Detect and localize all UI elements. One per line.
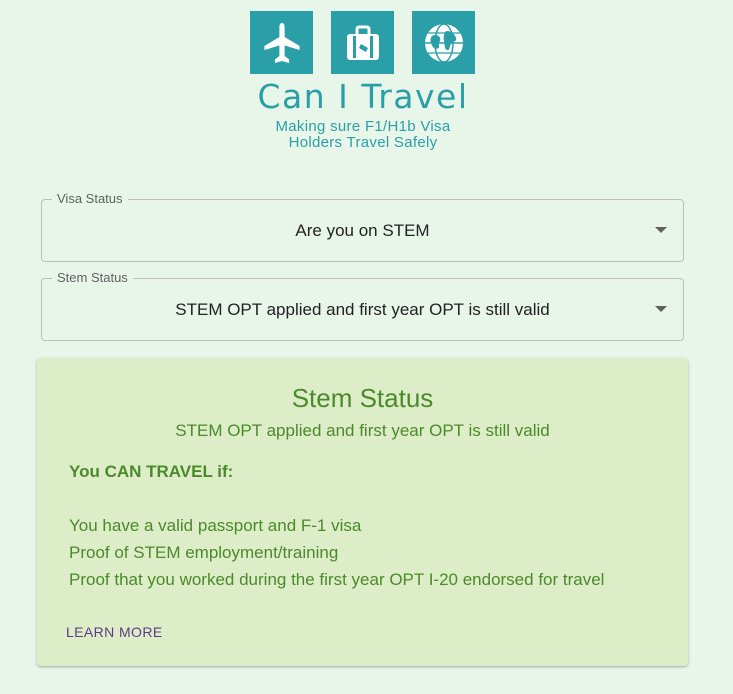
list-item: Proof that you worked during the first y… bbox=[69, 570, 605, 589]
visa-status-value: Are you on STEM bbox=[295, 220, 430, 240]
logo-tagline-line1: Making sure F1/H1b Visa bbox=[275, 118, 451, 135]
card-body: You CAN TRAVEL if: You have a valid pass… bbox=[69, 458, 664, 593]
learn-more-button[interactable]: LEARN MORE bbox=[66, 624, 163, 640]
card-actions: LEARN MORE bbox=[66, 624, 163, 642]
airplane-icon bbox=[250, 11, 313, 74]
chevron-down-icon[interactable] bbox=[655, 227, 667, 233]
stem-status-value: STEM OPT applied and first year OPT is s… bbox=[175, 299, 550, 319]
visa-status-select[interactable]: Visa Status Are you on STEM bbox=[41, 191, 684, 262]
result-card: Stem Status STEM OPT applied and first y… bbox=[37, 358, 688, 666]
app-logo: Can I Travel Making sure F1/H1b Visa Hol… bbox=[250, 11, 476, 151]
list-item: You have a valid passport and F-1 visa bbox=[69, 516, 362, 535]
travel-conditions-list: You have a valid passport and F-1 visa P… bbox=[69, 512, 664, 593]
logo-title: Can I Travel bbox=[257, 77, 469, 116]
logo-tagline: Making sure F1/H1b Visa Holders Travel S… bbox=[250, 119, 476, 151]
globe-icon bbox=[412, 11, 475, 74]
card-title: Stem Status bbox=[291, 383, 434, 413]
chevron-down-icon[interactable] bbox=[655, 306, 667, 312]
stem-status-select[interactable]: Stem Status STEM OPT applied and first y… bbox=[41, 270, 684, 341]
suitcase-icon bbox=[331, 11, 394, 74]
list-item: Proof of STEM employment/training bbox=[69, 543, 339, 562]
travel-conditions-heading: You CAN TRAVEL if: bbox=[69, 462, 234, 481]
logo-tagline-line2: Holders Travel Safely bbox=[288, 134, 438, 151]
card-subtitle: STEM OPT applied and first year OPT is s… bbox=[175, 421, 550, 440]
logo-icon-row bbox=[250, 11, 476, 74]
